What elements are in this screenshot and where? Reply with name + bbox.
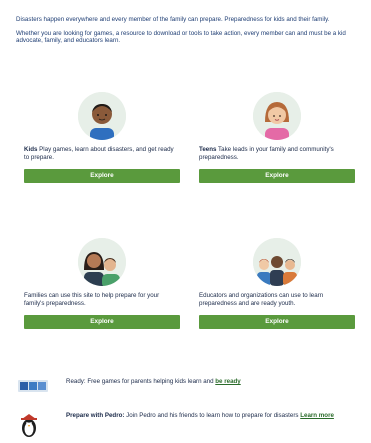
explore-educators-button[interactable]: Explore bbox=[199, 315, 355, 329]
kid-avatar-icon bbox=[78, 92, 126, 140]
card-teens-description: Take leads in your family and community'… bbox=[199, 146, 334, 161]
explore-teens-button[interactable]: Explore bbox=[199, 169, 355, 183]
card-kids: Kids Play games, learn about disasters, … bbox=[24, 92, 180, 183]
card-teens: Teens Take leads in your family and comm… bbox=[199, 92, 355, 183]
pedro-promo-text: Prepare with Pedro: Join Pedro and his f… bbox=[66, 412, 334, 420]
card-educators: Educators and organizations can use to l… bbox=[199, 238, 355, 329]
ready-promo-description: Ready: Free games for parents helping ki… bbox=[66, 378, 216, 385]
intro-paragraph-1: Disasters happen everywhere and every me… bbox=[16, 16, 330, 23]
pedro-penguin-icon bbox=[18, 412, 48, 443]
card-kids-title: Kids bbox=[24, 146, 38, 153]
page: Disasters happen everywhere and every me… bbox=[0, 0, 371, 443]
ready-promo-row: Ready: Free games for parents helping ki… bbox=[18, 378, 353, 399]
card-families: Families can use this site to help prepa… bbox=[24, 238, 180, 329]
pedro-learn-more-link[interactable]: Learn more bbox=[300, 412, 334, 419]
card-kids-description: Play games, learn about disasters, and g… bbox=[24, 146, 174, 161]
card-educators-description: Educators and organizations can use to l… bbox=[199, 292, 324, 307]
pedro-description: Join Pedro and his friends to learn how … bbox=[124, 412, 301, 419]
card-kids-text: Kids Play games, learn about disasters, … bbox=[24, 146, 180, 164]
card-teens-text: Teens Take leads in your family and comm… bbox=[199, 146, 355, 164]
pedro-title: Prepare with Pedro: bbox=[66, 412, 125, 419]
intro-paragraph-2: Whether you are looking for games, a res… bbox=[16, 29, 346, 45]
ready-promo-text: Ready: Free games for parents helping ki… bbox=[66, 378, 241, 386]
card-families-text: Families can use this site to help prepa… bbox=[24, 292, 180, 310]
card-educators-text: Educators and organizations can use to l… bbox=[199, 292, 355, 310]
teen-avatar-icon bbox=[253, 92, 301, 140]
educator-group-avatar-icon bbox=[253, 238, 301, 286]
ready-link[interactable]: be ready bbox=[215, 378, 240, 385]
card-teens-title: Teens bbox=[199, 146, 217, 153]
card-families-description: Families can use this site to help prepa… bbox=[24, 292, 160, 307]
ready-logo-icon bbox=[18, 378, 48, 399]
explore-families-button[interactable]: Explore bbox=[24, 315, 180, 329]
family-avatar-icon bbox=[78, 238, 126, 286]
pedro-promo-row: Prepare with Pedro: Join Pedro and his f… bbox=[18, 412, 353, 443]
explore-kids-button[interactable]: Explore bbox=[24, 169, 180, 183]
intro-section: Disasters happen everywhere and every me… bbox=[16, 16, 358, 51]
